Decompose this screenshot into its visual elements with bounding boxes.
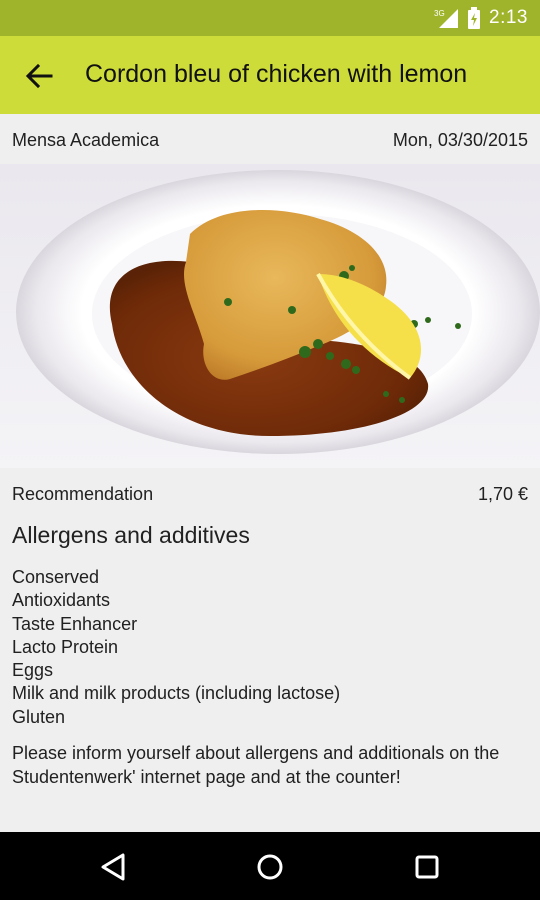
status-icons: 3G 2:13 xyxy=(433,6,528,30)
meal-photo xyxy=(0,164,540,468)
allergen-notice: Please inform yourself about allergens a… xyxy=(12,743,500,787)
home-circle-icon[interactable] xyxy=(253,850,287,884)
recents-square-icon[interactable] xyxy=(410,850,444,884)
clock: 2:13 xyxy=(489,7,528,28)
app-bar: Cordon bleu of chicken with lemon xyxy=(0,36,540,114)
meal-meta: Mensa Academica Mon, 03/30/2015 xyxy=(0,114,540,164)
status-bar: 3G 2:13 xyxy=(0,0,540,36)
meal-category: Recommendation xyxy=(12,484,154,504)
canteen-name: Mensa Academica xyxy=(12,130,160,150)
svg-text:3G: 3G xyxy=(434,9,445,18)
list-item: Lacto Protein xyxy=(12,636,119,657)
list-item: Conserved xyxy=(12,567,100,587)
meal-price: 1,70 € xyxy=(477,484,528,504)
list-item: Antioxidants xyxy=(12,590,111,611)
list-item: Gluten xyxy=(12,706,66,727)
list-item: Taste Enhancer xyxy=(12,613,138,634)
back-triangle-icon[interactable] xyxy=(96,850,130,884)
allergens-list: Conserved Antioxidants Taste Enhancer La… xyxy=(12,566,340,729)
list-item: Eggs xyxy=(12,660,54,681)
battery-icon xyxy=(468,7,481,29)
arrow-back-icon[interactable] xyxy=(24,61,54,91)
list-item: Milk and milk products (including lactos… xyxy=(12,683,341,704)
nav-bar xyxy=(0,832,540,900)
page-title: Cordon bleu of chicken with lemon xyxy=(85,60,468,88)
price-row: Recommendation 1,70 € xyxy=(0,468,540,518)
allergens-heading: Allergens and additives xyxy=(12,522,250,548)
meal-date: Mon, 03/30/2015 xyxy=(392,130,528,150)
signal-icon: 3G xyxy=(434,9,459,28)
